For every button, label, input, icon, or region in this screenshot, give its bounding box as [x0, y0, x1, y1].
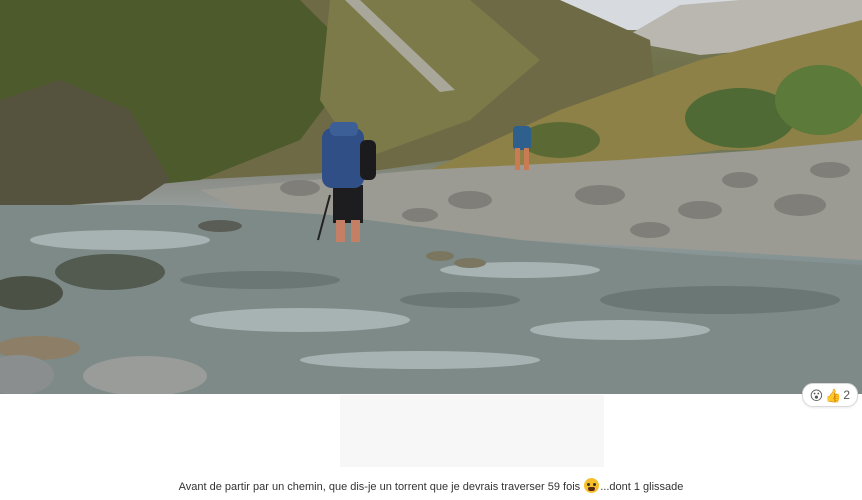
thumbs-up-icon: 👍: [825, 387, 842, 403]
reaction-count: 2: [843, 388, 850, 402]
caption-text-start: Avant de partir par un chemin, que dis-j…: [178, 481, 581, 493]
fearful-face-icon: [584, 478, 600, 493]
caption-text-end: ...dont 1 glissade: [600, 481, 684, 493]
reaction-badge[interactable]: 😮 👍 2: [801, 383, 858, 407]
surprised-face-icon: 😮: [809, 387, 824, 403]
post-caption: Avant de partir par un chemin, que dis-j…: [0, 478, 862, 493]
faded-card-background: [340, 395, 604, 467]
post-photo[interactable]: [0, 0, 862, 394]
river-crossing-photo: [0, 0, 862, 394]
